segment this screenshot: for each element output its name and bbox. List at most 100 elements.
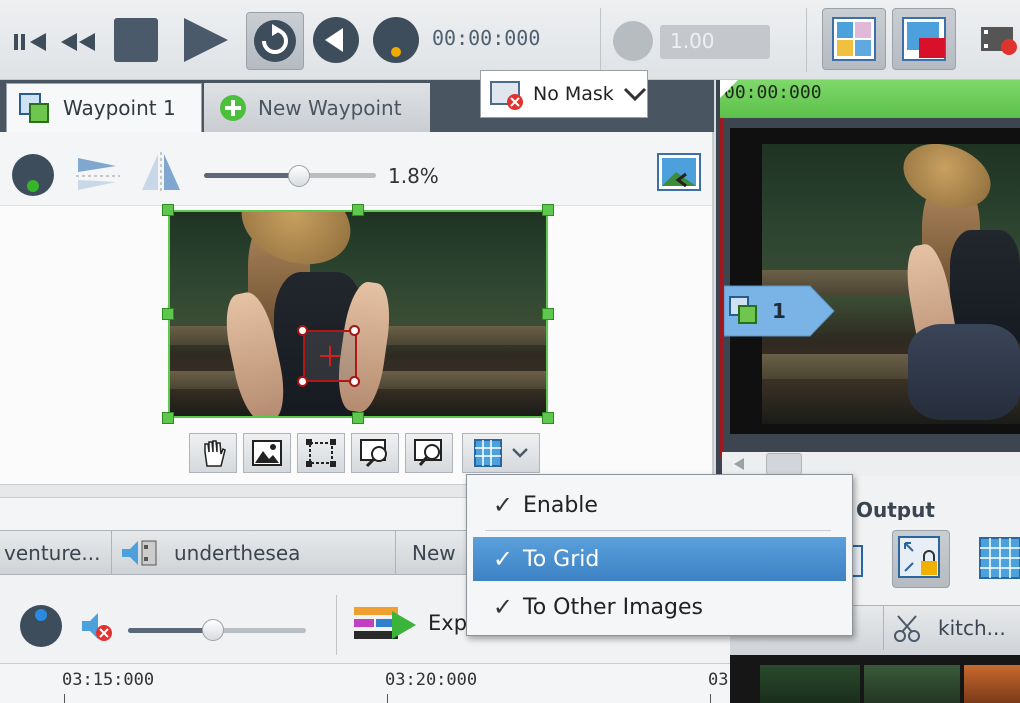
tab-label: New Waypoint <box>258 95 402 120</box>
preview-frame <box>730 128 1020 434</box>
focus-handle[interactable] <box>349 325 360 336</box>
previous-icon <box>313 17 359 63</box>
pan-tool-button[interactable] <box>189 433 237 473</box>
tab-new-waypoint[interactable]: New Waypoint <box>204 83 430 132</box>
frame-magnify-icon <box>414 439 442 466</box>
media-tab[interactable]: venture... <box>0 531 112 575</box>
rewind-button[interactable] <box>58 24 98 60</box>
time-display: 00:00:000 <box>432 26 541 50</box>
waypoint-marker[interactable]: 1 <box>724 284 836 338</box>
crop-tool-button[interactable] <box>297 433 345 473</box>
menu-item-to-grid[interactable]: ✓ To Grid <box>473 537 846 581</box>
plus-circle-icon <box>220 94 246 121</box>
focus-handle[interactable] <box>297 376 308 387</box>
image-tool-button[interactable] <box>243 433 291 473</box>
film-remove-button[interactable] <box>978 20 1020 60</box>
mute-button[interactable] <box>78 609 114 645</box>
loop-icon <box>254 20 296 62</box>
image-magnify-icon <box>360 439 387 468</box>
waypoint-number: 1 <box>772 299 786 323</box>
resize-handle[interactable] <box>162 412 174 424</box>
mask-select[interactable]: No Mask <box>480 70 648 118</box>
audio-file-icon <box>122 540 157 566</box>
lock-aspect-button[interactable] <box>892 530 950 588</box>
output-grid-button[interactable] <box>978 534 1020 582</box>
scroll-thumb[interactable] <box>766 453 802 475</box>
resize-handle[interactable] <box>352 204 364 216</box>
tab-waypoint-1[interactable]: Waypoint 1 <box>6 83 202 132</box>
preview-scrollbar[interactable] <box>722 452 1020 476</box>
slide-view-button[interactable] <box>892 8 956 70</box>
zoom-frame-button[interactable] <box>405 433 453 473</box>
stop-button[interactable] <box>110 14 162 66</box>
editor-toolbar: 1.8% <box>0 132 712 206</box>
preview-timeline-ruler[interactable]: 00:00:000 <box>720 80 1020 118</box>
previous-frame-button[interactable] <box>310 14 362 66</box>
scroll-left-icon[interactable] <box>730 454 750 474</box>
audio-record-button[interactable] <box>18 603 64 649</box>
layout-images-button[interactable] <box>822 8 886 70</box>
menu-item-label: To Grid <box>523 546 600 572</box>
jeans <box>908 324 1020 420</box>
resize-handle[interactable] <box>162 308 174 320</box>
record-dot-icon <box>12 154 54 196</box>
focus-handle[interactable] <box>349 376 360 387</box>
selected-image[interactable] <box>168 210 548 418</box>
tick <box>64 694 65 703</box>
main-timeline-ruler[interactable]: 03:15:000 03:20:000 03 <box>0 663 730 703</box>
zoom-slider-thumb[interactable] <box>287 165 310 187</box>
waypoint-editor-panel: Waypoint 1 New Waypoint 1.8% <box>0 80 714 484</box>
menu-item-to-other-images[interactable]: ✓ To Other Images <box>473 585 846 629</box>
flip-horizontal-icon <box>142 152 180 192</box>
speed-field[interactable]: 1.00 <box>660 25 770 59</box>
play-button[interactable] <box>176 14 232 66</box>
loop-toggle-button[interactable] <box>246 12 304 70</box>
resize-handle[interactable] <box>542 308 554 320</box>
record-dot-icon <box>20 605 62 647</box>
output-header: Output <box>852 490 1020 522</box>
chevron-down-icon <box>623 87 647 102</box>
thumbnail[interactable] <box>964 665 1020 703</box>
focus-region[interactable] <box>303 330 357 382</box>
tick <box>387 694 388 703</box>
checkmark-icon: ✓ <box>492 491 513 519</box>
resize-handle[interactable] <box>352 412 364 424</box>
timeline-label: 03 <box>708 670 729 690</box>
waypoint-color-button[interactable] <box>10 152 56 198</box>
image-back-icon <box>657 153 701 191</box>
tab-label: Waypoint 1 <box>63 96 176 120</box>
resize-handle[interactable] <box>542 412 554 424</box>
output-toolbar <box>847 520 1020 602</box>
snap-grid-dropdown-button[interactable] <box>462 433 540 473</box>
focus-handle[interactable] <box>297 325 308 336</box>
flip-vertical-button[interactable] <box>74 154 122 194</box>
toolbar-divider <box>600 8 601 72</box>
playhead-marker[interactable] <box>720 80 738 98</box>
skip-start-icon <box>14 33 46 51</box>
record-button[interactable] <box>370 14 422 66</box>
speed-knob[interactable] <box>610 18 656 64</box>
landscape-icon <box>252 440 282 466</box>
checkmark-icon: ✓ <box>492 593 513 621</box>
menu-item-enable[interactable]: ✓ Enable <box>473 483 846 527</box>
resize-handle[interactable] <box>542 204 554 216</box>
zoom-image-button[interactable] <box>351 433 399 473</box>
media-tab[interactable]: underthesea <box>112 531 396 575</box>
volume-slider-thumb[interactable] <box>202 619 225 641</box>
skip-to-start-button[interactable] <box>10 24 50 60</box>
flip-horizontal-button[interactable] <box>138 150 184 194</box>
zoom-slider-fill <box>204 173 299 178</box>
slide-image-icon <box>902 17 946 61</box>
filmstrip <box>730 655 1020 703</box>
zoom-percent: 1.8% <box>388 164 439 188</box>
media-tab[interactable]: kitch... <box>884 606 1020 650</box>
speed-dial-icon <box>613 21 653 61</box>
media-tab[interactable]: New <box>396 531 476 575</box>
export-button[interactable] <box>352 603 420 647</box>
background-image-button[interactable] <box>656 150 706 198</box>
thumbnail[interactable] <box>760 665 860 703</box>
thumbnail[interactable] <box>864 665 960 703</box>
toolbar-divider <box>336 595 337 655</box>
resize-handle[interactable] <box>162 204 174 216</box>
lock-expand-icon <box>898 536 940 578</box>
